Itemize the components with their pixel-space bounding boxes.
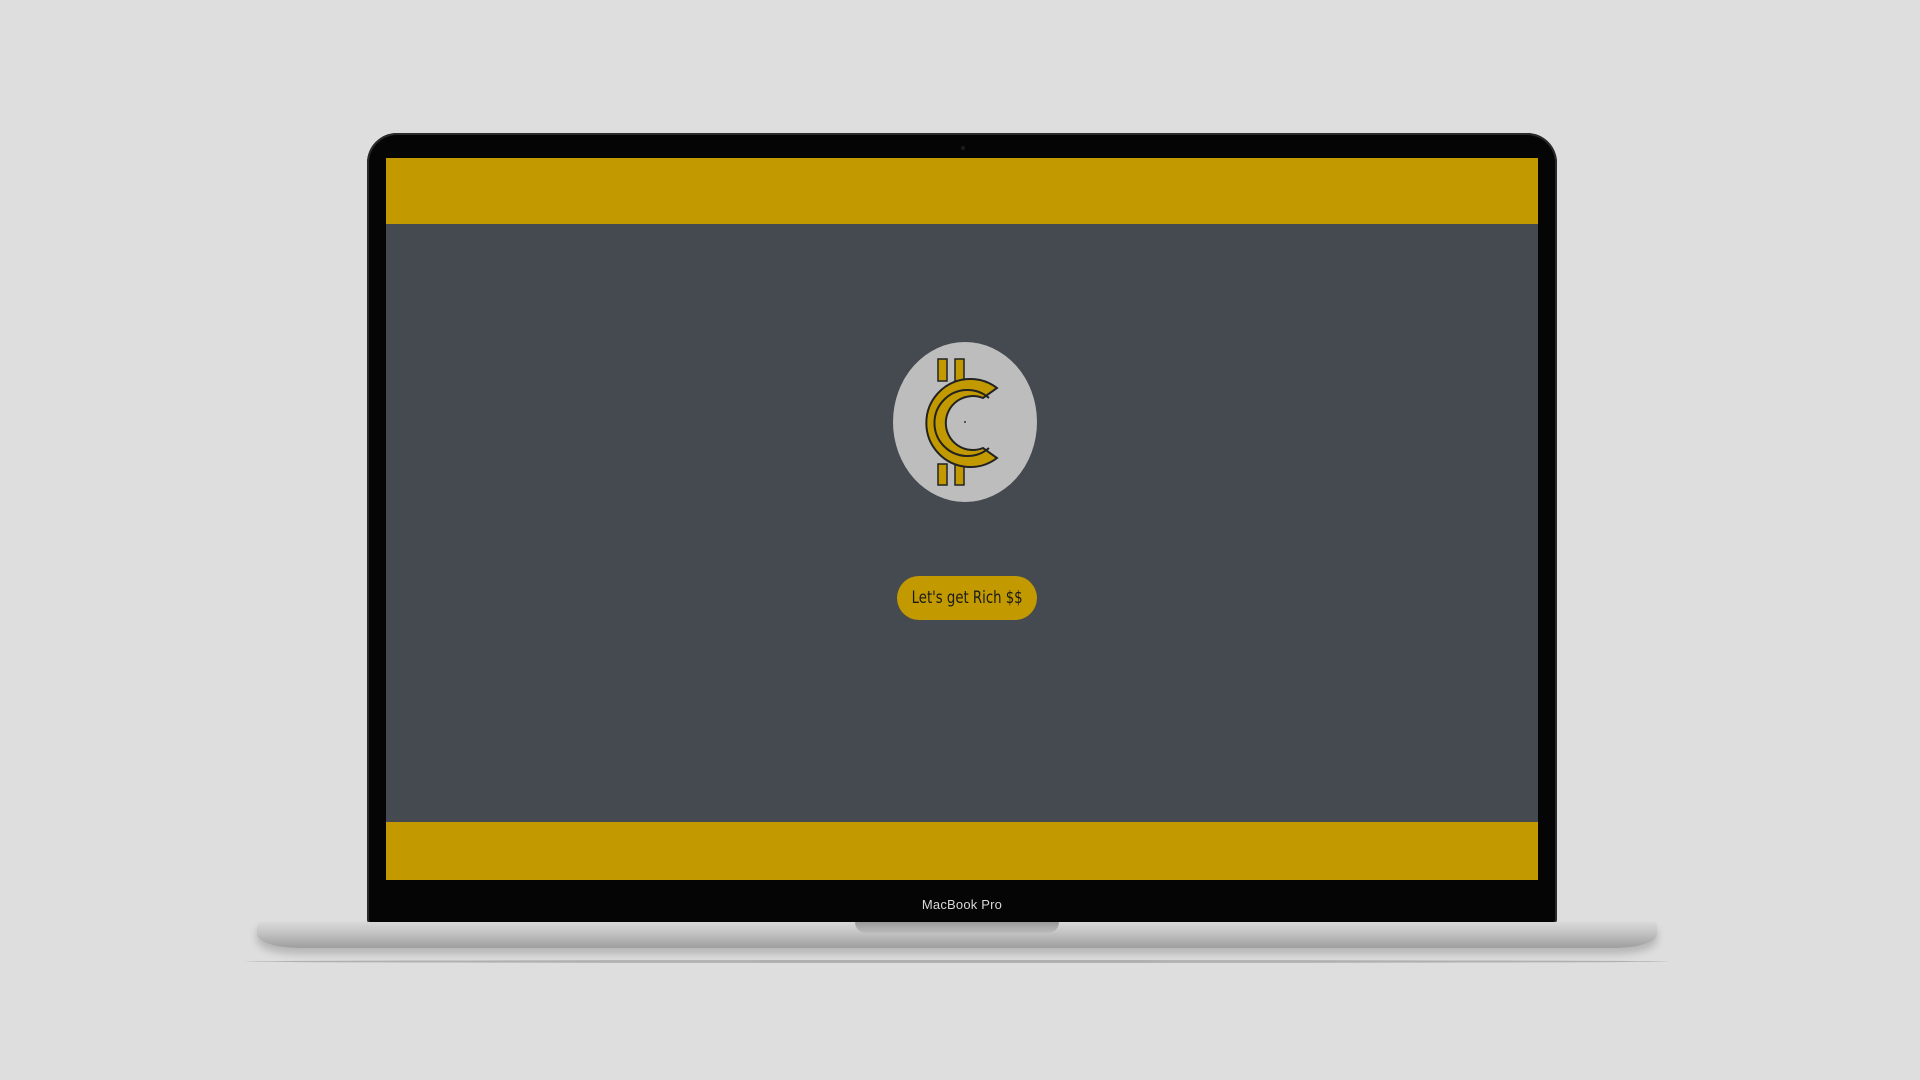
laptop-base	[257, 922, 1657, 948]
coin-c-logo-icon	[925, 358, 999, 486]
header-bar	[386, 158, 1538, 224]
webcam	[961, 146, 965, 150]
footer-bar	[386, 822, 1538, 880]
laptop-model-label: MacBook Pro	[921, 897, 1003, 912]
app-screen: Let's get Rich $$	[386, 158, 1538, 880]
lets-get-rich-label: Let's get Rich $$	[911, 588, 1023, 608]
laptop-shadow	[245, 960, 1669, 963]
scene: MacBook Pro Let's get Rich $$	[0, 0, 1920, 1080]
laptop-base-notch	[855, 922, 1059, 933]
lets-get-rich-button[interactable]: Let's get Rich $$	[897, 576, 1037, 620]
coin-logo	[893, 342, 1037, 502]
